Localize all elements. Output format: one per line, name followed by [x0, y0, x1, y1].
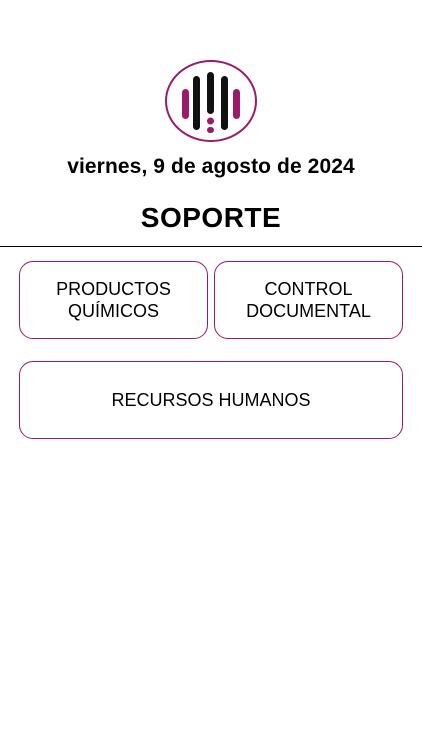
productos-quimicos-label: PRODUCTOS QUÍMICOS [56, 279, 171, 321]
control-documental-button[interactable]: CONTROL DOCUMENTAL [214, 261, 403, 339]
page-title: SOPORTE [140, 202, 282, 233]
current-date: viernes, 9 de agosto de 2024 [67, 155, 355, 178]
productos-quimicos-button[interactable]: PRODUCTOS QUÍMICOS [19, 261, 208, 339]
recursos-humanos-button[interactable]: RECURSOS HUMANOS [19, 361, 403, 439]
brand-logo-icon [164, 60, 258, 142]
header-divider [0, 246, 422, 247]
recursos-humanos-label: RECURSOS HUMANOS [111, 390, 311, 410]
control-documental-label: CONTROL DOCUMENTAL [246, 279, 371, 321]
